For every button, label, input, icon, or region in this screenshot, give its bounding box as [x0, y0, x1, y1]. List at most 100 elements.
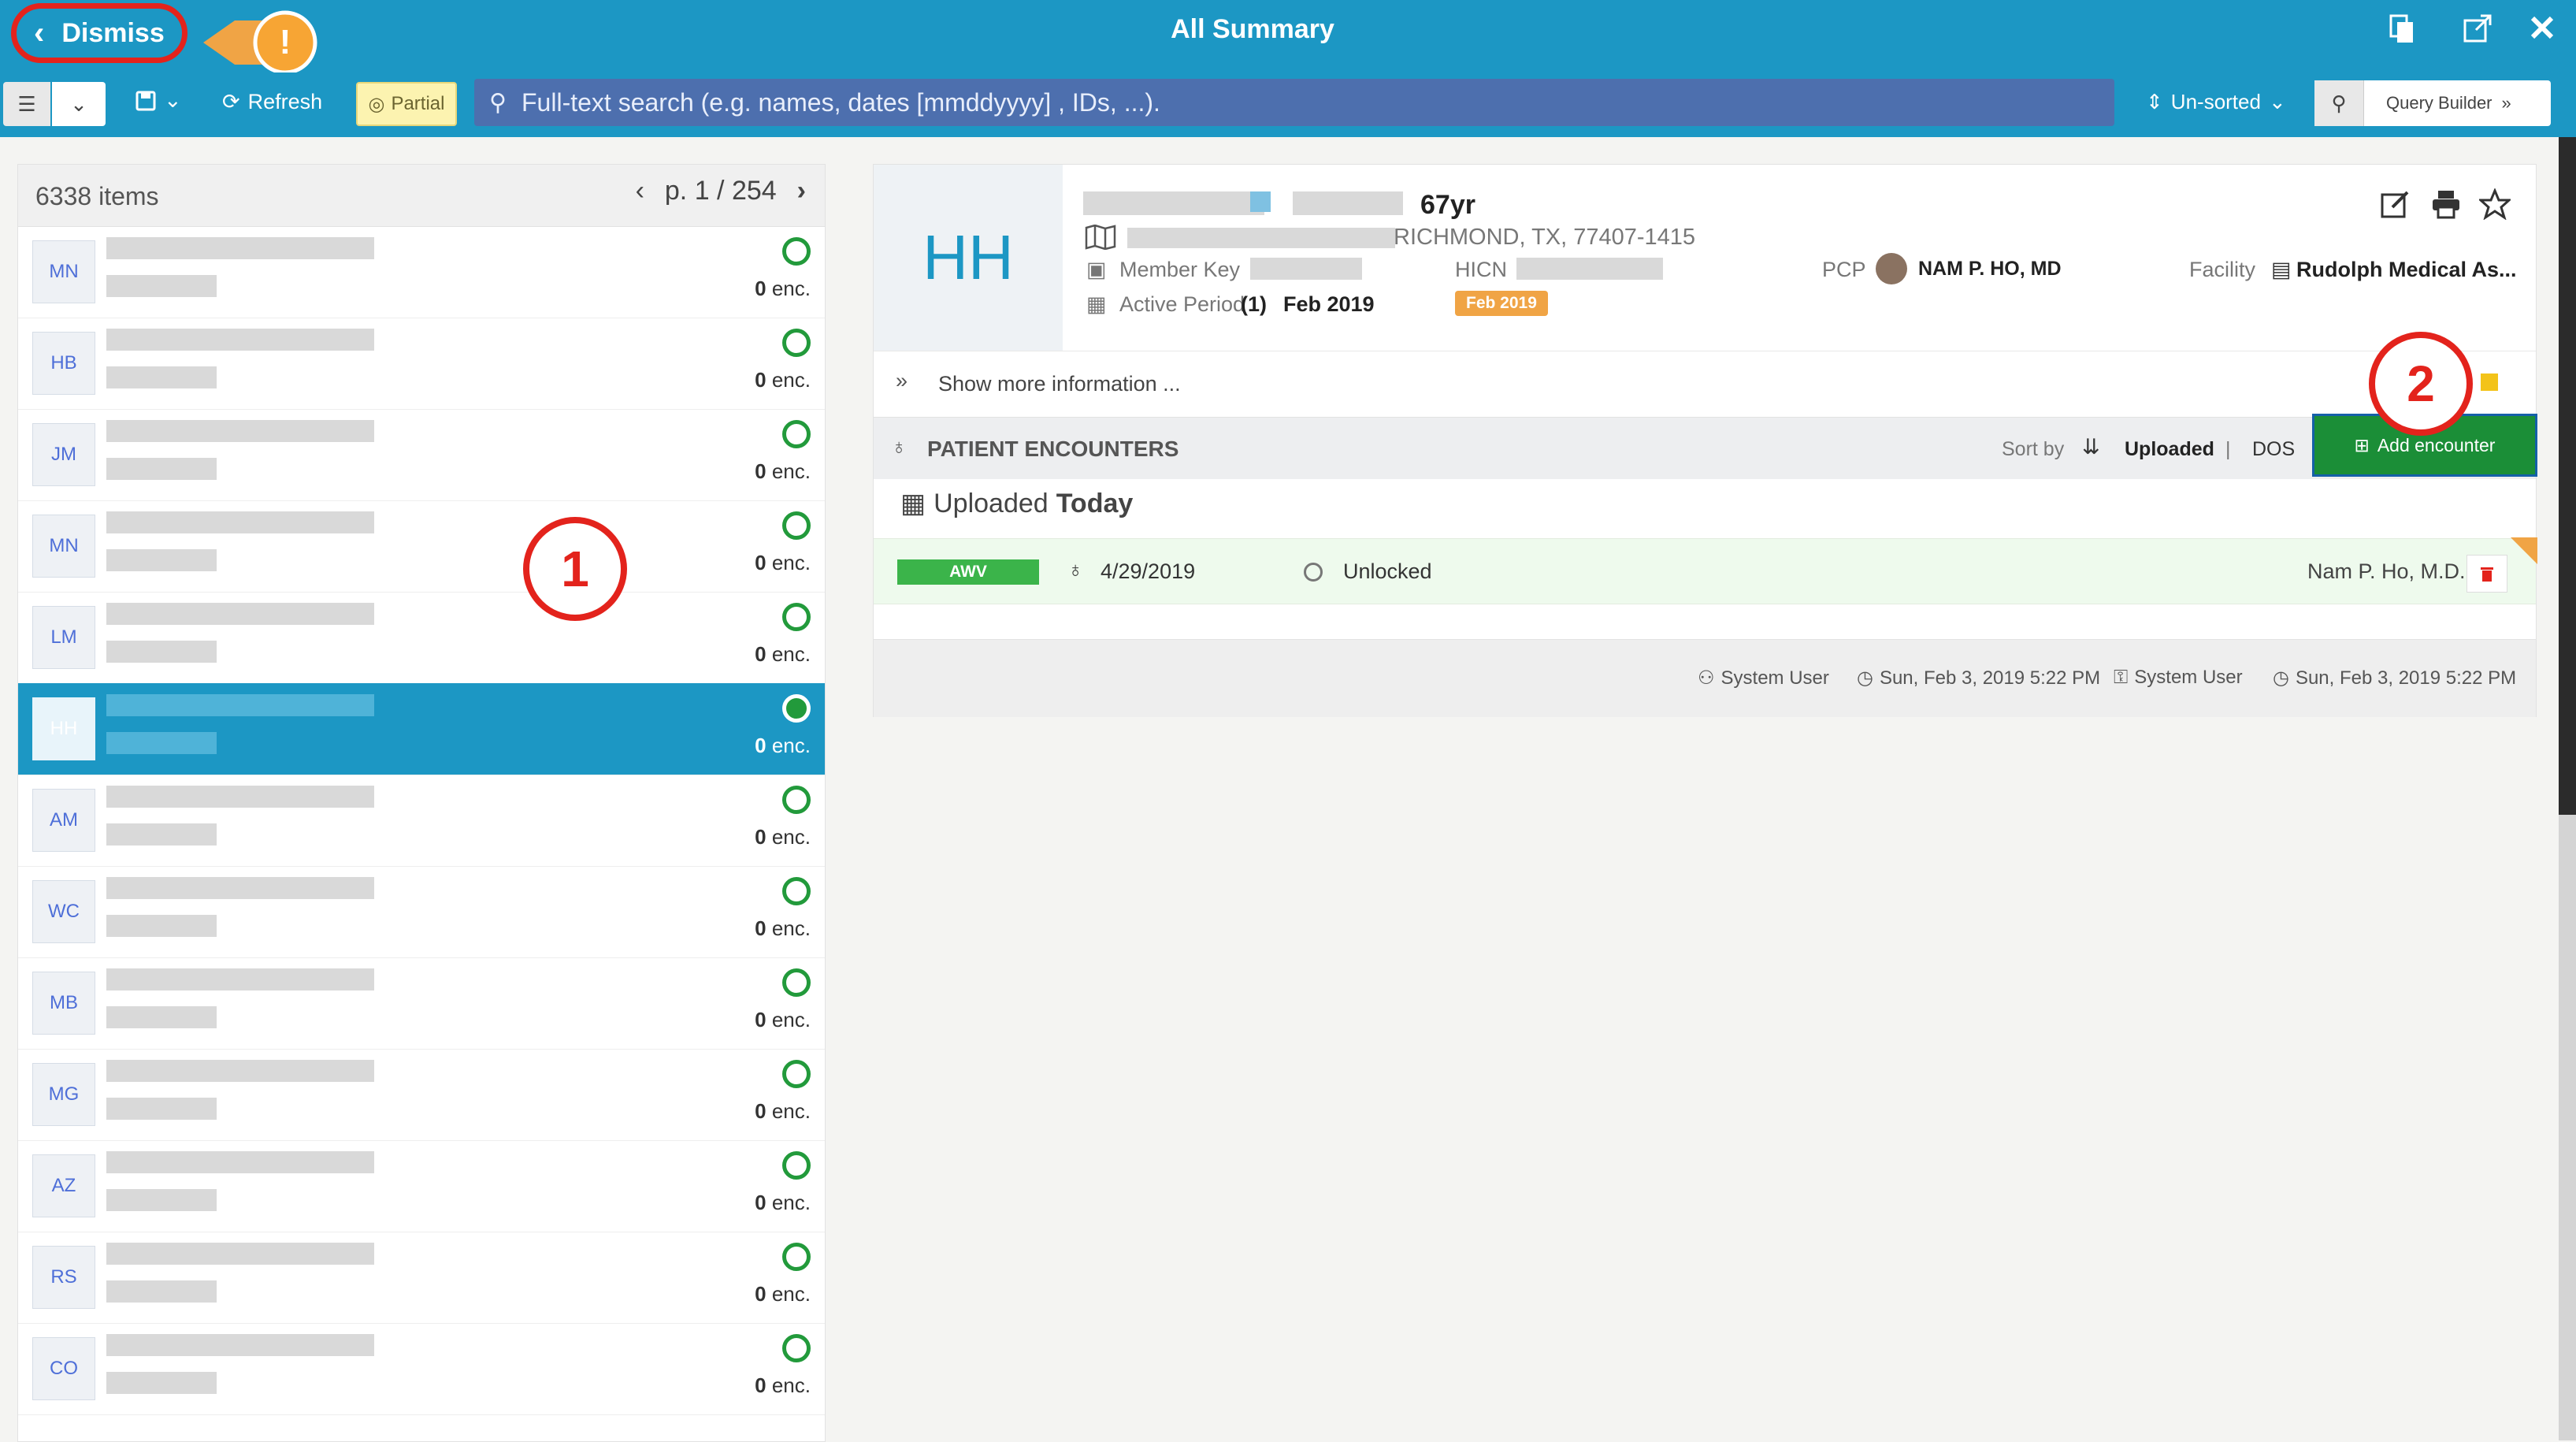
- list-item[interactable]: MN 0 enc.: [18, 500, 825, 593]
- encounter-count: 0 enc.: [755, 825, 811, 849]
- encounter-count: 0 enc.: [755, 734, 811, 757]
- encounter-count: 0 enc.: [755, 551, 811, 574]
- list-item[interactable]: CO 0 enc.: [18, 1323, 825, 1415]
- double-chevron-down-icon: »: [896, 369, 908, 392]
- patient-list: 6338 items ‹ p. 1 / 254 › MN 0 enc. HB 0 en…: [17, 164, 826, 1442]
- active-period-label: Active Period: [1119, 292, 1245, 316]
- close-icon[interactable]: [2522, 13, 2562, 52]
- locked-by-name: System User: [2134, 667, 2243, 688]
- status-ring-icon: [782, 1334, 811, 1362]
- locked-at: ◷ Sun, Feb 3, 2019 5:22 PM: [2273, 667, 2516, 689]
- save-dropdown-button[interactable]: ⌄: [135, 88, 182, 113]
- chevron-down-icon: ⌄: [164, 88, 182, 112]
- prev-page-icon[interactable]: ‹: [636, 176, 644, 206]
- chevron-down-icon: ⌄: [70, 91, 87, 116]
- stethoscope-icon: ♁: [1067, 558, 1084, 582]
- avatar: CO: [32, 1337, 95, 1400]
- encounter-status: Unlocked: [1343, 559, 1432, 583]
- double-chevron-down-icon: »: [2501, 93, 2511, 113]
- list-item[interactable]: MN 0 enc.: [18, 226, 825, 318]
- copy-icon[interactable]: [2382, 13, 2422, 52]
- dismiss-button[interactable]: ‹ Dismiss: [11, 3, 187, 63]
- alert-symbol: !: [280, 23, 291, 61]
- print-icon[interactable]: [2430, 188, 2462, 220]
- id-card-icon: ▣: [1086, 258, 1107, 281]
- partial-label: Partial: [391, 93, 445, 114]
- trash-icon: [2481, 567, 2493, 582]
- status-ring-icon: [782, 329, 811, 357]
- search-input[interactable]: ⚲ Full-text search (e.g. names, dates [m…: [474, 79, 2114, 126]
- refresh-icon: ⟳: [222, 90, 240, 113]
- list-item[interactable]: RS 0 enc.: [18, 1232, 825, 1324]
- refresh-button[interactable]: ⟳ Refresh: [222, 90, 322, 114]
- menu-dropdown-button[interactable]: ⌄: [52, 82, 106, 126]
- hamburger-icon: ☰: [17, 91, 36, 116]
- encounters-title: PATIENT ENCOUNTERS: [927, 437, 1179, 461]
- scrollbar-track[interactable]: [2559, 815, 2576, 1440]
- encounter-count: 0 enc.: [755, 459, 811, 483]
- sort-uploaded-option[interactable]: Uploaded: [2125, 438, 2214, 461]
- note-icon[interactable]: [2481, 374, 2498, 391]
- list-item[interactable]: HB 0 enc.: [18, 318, 825, 410]
- patient-summary-card: HH 67yr RICHMOND, TX, 77407-1415 ▣ Membe…: [873, 164, 2537, 717]
- encounter-count: 0 enc.: [755, 916, 811, 940]
- star-icon[interactable]: [2479, 188, 2511, 220]
- avatar: HB: [32, 332, 95, 395]
- list-item[interactable]: HH 0 enc.: [18, 683, 825, 775]
- encounter-provider: Nam P. Ho, M.D.: [2307, 559, 2466, 583]
- pcp-label: PCP: [1822, 258, 1866, 281]
- sort-dos-option[interactable]: DOS: [2252, 438, 2295, 461]
- external-link-icon[interactable]: [2458, 13, 2497, 52]
- hicn-label: HICN: [1455, 258, 1507, 281]
- plus-square-icon: ⊞: [2354, 434, 2370, 455]
- clock-icon: ◷: [1857, 667, 1873, 689]
- encounter-date: 4/29/2019: [1101, 559, 1196, 583]
- group-suffix: Today: [1056, 488, 1134, 518]
- list-item[interactable]: WC 0 enc.: [18, 866, 825, 958]
- sort-icon: ⇕: [2146, 90, 2163, 113]
- list-item[interactable]: MG 0 enc.: [18, 1049, 825, 1141]
- chevron-down-icon: ⌄: [2268, 90, 2286, 113]
- clipboard-icon: ▤: [2271, 258, 2292, 281]
- scrollbar-thumb[interactable]: [2559, 137, 2576, 815]
- encounter-audit-footer: ⚇ System User ◷ Sun, Feb 3, 2019 5:22 PM…: [874, 639, 2536, 717]
- list-item[interactable]: AM 0 enc.: [18, 775, 825, 867]
- pcp-name: NAM P. HO, MD: [1918, 258, 2062, 280]
- locked-by: ⚿ System User: [2114, 667, 2243, 689]
- created-by-name: System User: [1720, 667, 1829, 689]
- edit-icon[interactable]: [2380, 188, 2411, 220]
- encounter-count: 0 enc.: [755, 1373, 811, 1397]
- status-ring-icon: [782, 1060, 811, 1088]
- locked-at-time: Sun, Feb 3, 2019 5:22 PM: [2295, 667, 2517, 689]
- menu-button[interactable]: ☰: [3, 82, 50, 126]
- avatar: RS: [32, 1246, 95, 1309]
- patient-age: 67yr: [1420, 190, 1475, 220]
- delete-encounter-button[interactable]: [2467, 555, 2507, 593]
- list-item[interactable]: MB 0 enc.: [18, 957, 825, 1050]
- list-item[interactable]: AZ 0 enc.: [18, 1140, 825, 1232]
- search-icon: ⚲: [2314, 80, 2364, 126]
- next-page-icon[interactable]: ›: [797, 176, 806, 206]
- corner-flag-icon: [2511, 537, 2537, 564]
- callout-1: 1: [523, 517, 627, 621]
- lock-icon: ⚿: [2114, 667, 2129, 688]
- list-item[interactable]: LM 0 enc.: [18, 592, 825, 684]
- encounter-row[interactable]: AWV ♁ 4/29/2019 Unlocked Nam P. Ho, M.D.: [874, 537, 2537, 604]
- status-ring-icon: [782, 877, 811, 905]
- status-ring-icon: [782, 603, 811, 631]
- show-more-toggle[interactable]: » Show more information ...: [874, 351, 2536, 414]
- query-builder-button[interactable]: ⚲ Query Builder »: [2314, 80, 2551, 126]
- add-encounter-label: Add encounter: [2377, 434, 2496, 455]
- encounter-count: 0 enc.: [755, 1282, 811, 1306]
- created-by: ⚇ System User: [1698, 667, 1829, 689]
- list-item[interactable]: JM 0 enc.: [18, 409, 825, 501]
- sort-dropdown[interactable]: ⇕ Un-sorted ⌄: [2146, 90, 2286, 114]
- avatar: WC: [32, 880, 95, 943]
- encounter-count: 0 enc.: [755, 1008, 811, 1031]
- status-ring-icon: [782, 420, 811, 448]
- partial-toggle[interactable]: ◎ Partial: [356, 82, 457, 126]
- encounter-count: 0 enc.: [755, 277, 811, 300]
- sort-label: Un-sorted: [2170, 90, 2261, 113]
- search-icon: ⚲: [489, 89, 507, 116]
- sort-order-icon[interactable]: ⇊: [2082, 435, 2100, 459]
